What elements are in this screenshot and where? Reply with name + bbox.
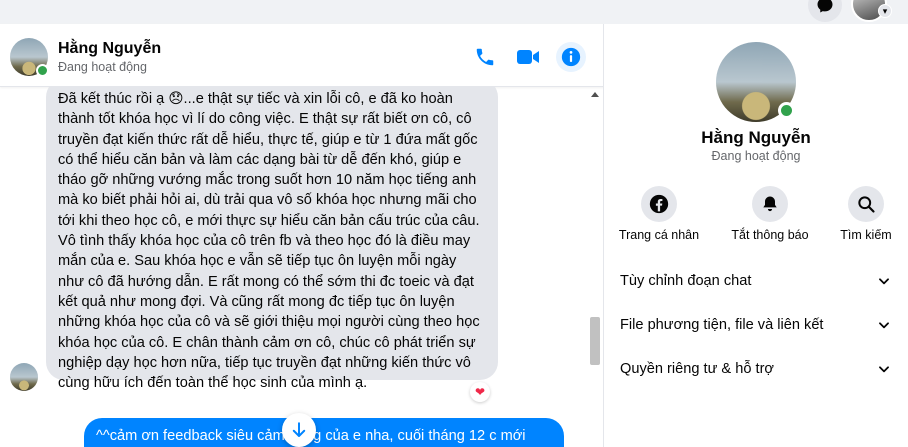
messenger-icon <box>817 0 833 13</box>
chevron-down-icon <box>876 317 892 333</box>
section-media-files-links[interactable]: File phương tiện, file và liên kết <box>620 305 892 345</box>
message-scrollbar[interactable] <box>588 87 602 447</box>
conversation-info-panel: Hằng Nguyễn Đang hoạt động Trang cá nhân… <box>604 24 908 447</box>
search-action-button[interactable] <box>848 186 884 222</box>
contact-status: Đang hoạt động <box>58 60 147 74</box>
message-list: Đã kết thúc rồi ạ 😞...e thật sự tiếc và … <box>0 87 604 447</box>
scroll-to-bottom-button[interactable] <box>282 413 316 447</box>
video-camera-icon <box>517 50 539 64</box>
incoming-message-bubble[interactable]: Đã kết thúc rồi ạ 😞...e thật sự tiếc và … <box>46 87 498 391</box>
contact-name[interactable]: Hằng Nguyễn <box>58 40 161 58</box>
chevron-down-icon <box>876 273 892 289</box>
section-label: Quyền riêng tư & hỗ trợ <box>620 361 774 377</box>
mute-action[interactable]: Tắt thông báo <box>725 186 815 242</box>
profile-action-button[interactable] <box>641 186 677 222</box>
info-icon <box>561 47 581 67</box>
message-paragraph: Vô tình thấy khóa học của cô trên fb và … <box>58 233 480 392</box>
outgoing-message-bubble[interactable]: ^^cảm ơn feedback siêu cảm động của e nh… <box>84 418 564 447</box>
account-menu-caret-icon[interactable]: ▾ <box>878 4 892 18</box>
section-customize-chat[interactable]: Tùy chỉnh đoạn chat <box>620 261 892 301</box>
scrollbar-thumb[interactable] <box>590 317 600 365</box>
conversation-info-button[interactable] <box>556 42 586 72</box>
scroll-up-arrow-icon[interactable] <box>591 92 599 97</box>
arrow-down-icon <box>292 422 306 437</box>
search-action[interactable]: Tìm kiếm <box>821 186 908 242</box>
profile-action-label: Trang cá nhân <box>618 228 700 242</box>
mute-action-button[interactable] <box>752 186 788 222</box>
section-label: Tùy chỉnh đoạn chat <box>620 273 752 289</box>
chat-window: Hằng Nguyễn Đang hoạt động Đã kết thúc r… <box>0 24 604 447</box>
sender-avatar[interactable] <box>10 363 38 391</box>
message-paragraph: Đã kết thúc rồi ạ 😞...e thật sự tiếc và … <box>58 91 480 229</box>
online-indicator <box>36 64 49 77</box>
mute-action-label: Tắt thông báo <box>731 228 809 242</box>
heart-reaction-icon[interactable]: ❤ <box>470 382 490 402</box>
facebook-icon <box>649 194 669 214</box>
search-icon <box>858 196 875 213</box>
panel-contact-name: Hằng Nguyễn <box>701 128 811 147</box>
chat-header: Hằng Nguyễn Đang hoạt động <box>0 24 604 87</box>
chevron-down-icon <box>876 361 892 377</box>
audio-call-button[interactable] <box>472 44 498 70</box>
top-bar: ▾ <box>0 0 908 24</box>
video-call-button[interactable] <box>515 44 541 70</box>
section-privacy-support[interactable]: Quyền riêng tư & hỗ trợ <box>620 349 892 389</box>
panel-online-indicator <box>778 102 795 119</box>
bell-icon <box>763 196 777 212</box>
panel-contact-status: Đang hoạt động <box>711 149 801 163</box>
messenger-button[interactable] <box>808 0 842 22</box>
search-action-label: Tìm kiếm <box>840 228 892 242</box>
phone-icon <box>476 48 494 66</box>
section-label: File phương tiện, file và liên kết <box>620 317 824 333</box>
profile-action[interactable]: Trang cá nhân <box>614 186 704 242</box>
